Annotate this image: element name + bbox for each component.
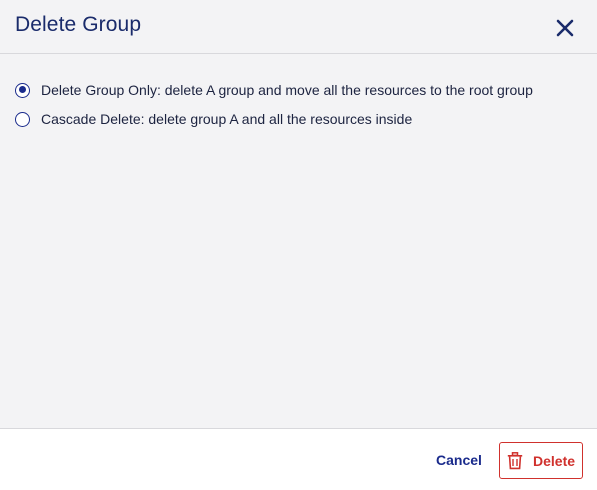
close-icon bbox=[556, 19, 574, 37]
delete-group-dialog: Delete Group Delete Group Only: delete A… bbox=[0, 0, 597, 490]
dialog-title: Delete Group bbox=[15, 13, 142, 36]
option-cascade-delete[interactable]: Cascade Delete: delete group A and all t… bbox=[15, 111, 412, 127]
radio-delete-group-only[interactable] bbox=[15, 82, 30, 98]
close-button[interactable] bbox=[552, 15, 578, 41]
trash-icon bbox=[507, 451, 523, 470]
delete-button[interactable]: Delete bbox=[499, 442, 583, 479]
dialog-header: Delete Group bbox=[0, 0, 597, 54]
delete-button-label: Delete bbox=[533, 452, 576, 469]
dialog-body: Delete Group Only: delete A group and mo… bbox=[0, 54, 597, 428]
option-label-delete-group-only: Delete Group Only: delete A group and mo… bbox=[41, 82, 533, 98]
option-label-cascade-delete: Cascade Delete: delete group A and all t… bbox=[41, 111, 413, 127]
option-delete-group-only[interactable]: Delete Group Only: delete A group and mo… bbox=[15, 82, 533, 98]
cancel-button[interactable]: Cancel bbox=[436, 452, 482, 468]
radio-cascade-delete[interactable] bbox=[15, 111, 30, 127]
dialog-footer: Cancel Delete bbox=[0, 428, 597, 490]
